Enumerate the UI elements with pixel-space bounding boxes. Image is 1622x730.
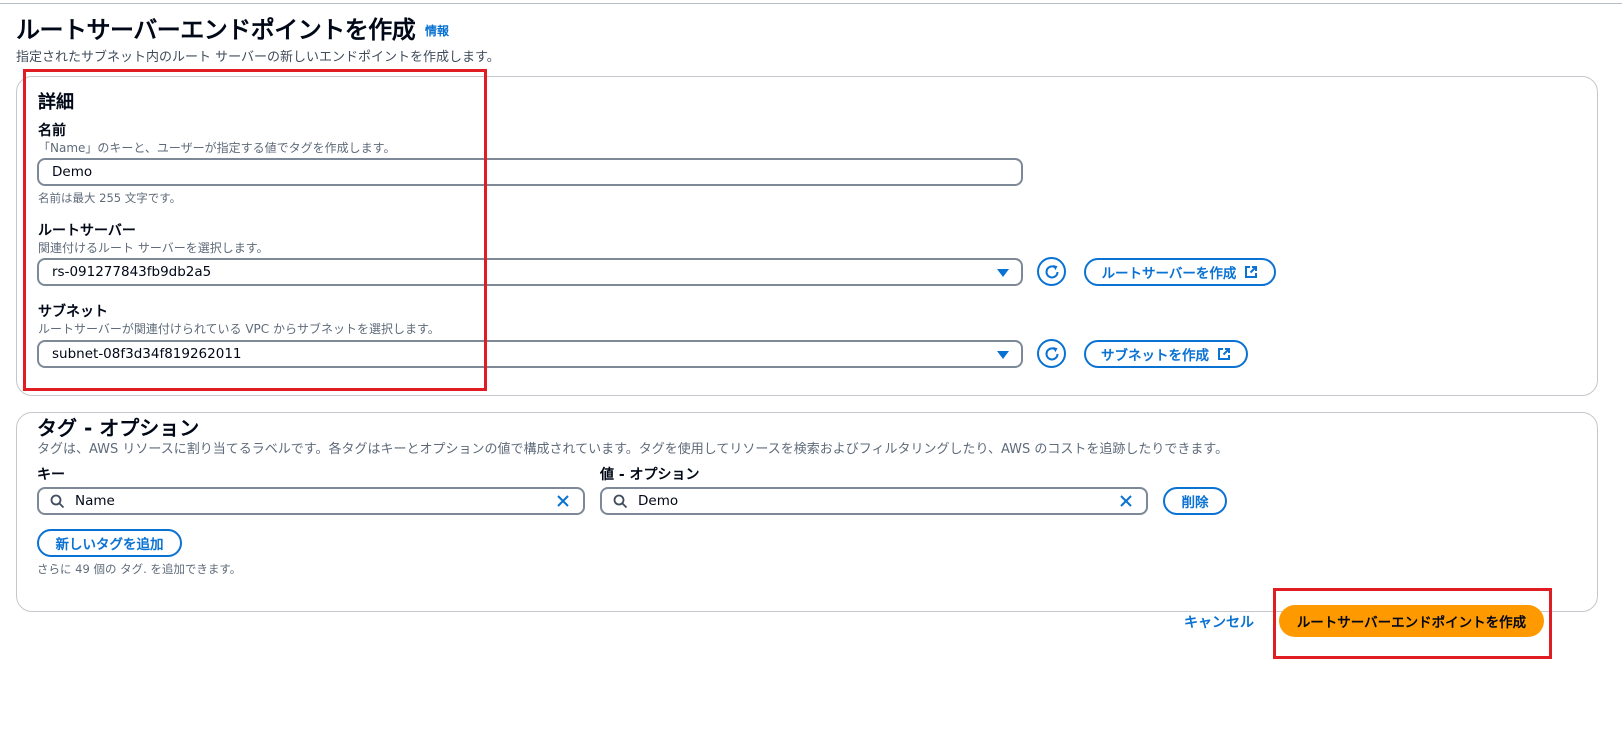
create-route-server-button[interactable]: ルートサーバーを作成: [1084, 258, 1276, 286]
caret-down-icon: [997, 351, 1009, 359]
name-description: 「Name」のキーと、ユーザーが指定する値でタグを作成します。: [38, 141, 396, 155]
create-endpoint-label: ルートサーバーエンドポイントを作成: [1296, 615, 1527, 631]
route-server-label: ルートサーバー: [38, 223, 136, 239]
info-link[interactable]: 情報: [425, 22, 449, 39]
remove-tag-button[interactable]: 削除: [1163, 487, 1227, 515]
search-icon: [613, 494, 628, 509]
top-divider: [0, 3, 1622, 4]
external-link-icon: [1218, 348, 1230, 360]
subnet-label: サブネット: [38, 304, 108, 320]
add-tag-label: 新しいタグを追加: [55, 537, 164, 553]
page-title: ルートサーバーエンドポイントを作成: [16, 16, 416, 44]
name-label: 名前: [38, 123, 66, 139]
tag-key-label: キー: [37, 467, 65, 483]
search-icon: [50, 494, 65, 509]
create-subnet-label: サブネットを作成: [1101, 348, 1209, 364]
name-constraint: 名前は最大 255 文字です。: [38, 191, 182, 205]
tag-key-input[interactable]: Name: [37, 487, 585, 515]
tag-key-value: Name: [75, 493, 115, 509]
route-server-description: 関連付けるルート サーバーを選択します。: [38, 241, 269, 255]
create-route-server-label: ルートサーバーを作成: [1101, 266, 1237, 282]
subnet-refresh-button[interactable]: [1037, 339, 1066, 368]
route-server-select[interactable]: rs-091277843fb9db2a5: [37, 258, 1023, 286]
name-input-value: Demo: [52, 164, 93, 180]
tags-remaining-text: さらに 49 個の タグ. を追加できます。: [37, 562, 242, 576]
route-server-refresh-button[interactable]: [1037, 257, 1066, 286]
close-icon[interactable]: [1118, 493, 1134, 509]
cancel-button[interactable]: キャンセル: [1184, 612, 1254, 632]
name-input[interactable]: Demo: [37, 158, 1023, 186]
route-server-select-value: rs-091277843fb9db2a5: [52, 264, 212, 280]
tag-value-label: 値 - オプション: [600, 467, 700, 483]
subnet-select[interactable]: subnet-08f3d34f819262011: [37, 340, 1023, 368]
page-description: 指定されたサブネット内のルート サーバーの新しいエンドポイントを作成します。: [16, 50, 500, 65]
tag-value-value: Demo: [638, 493, 679, 509]
remove-tag-label: 削除: [1181, 495, 1209, 511]
subnet-description: ルートサーバーが関連付けられている VPC からサブネットを選択します。: [38, 322, 440, 336]
create-subnet-button[interactable]: サブネットを作成: [1084, 340, 1248, 368]
external-link-icon: [1245, 266, 1258, 278]
add-tag-button[interactable]: 新しいタグを追加: [37, 529, 182, 557]
create-endpoint-button[interactable]: ルートサーバーエンドポイントを作成: [1279, 605, 1544, 637]
tags-heading: タグ - オプション: [37, 416, 200, 440]
tags-description: タグは、AWS リソースに割り当てるラベルです。各タグはキーとオプションの値で構…: [37, 442, 1229, 457]
close-icon[interactable]: [555, 493, 571, 509]
caret-down-icon: [997, 269, 1009, 277]
subnet-select-value: subnet-08f3d34f819262011: [52, 346, 242, 362]
tag-value-input[interactable]: Demo: [600, 487, 1148, 515]
refresh-icon: [1045, 264, 1058, 278]
details-heading: 詳細: [38, 92, 74, 113]
refresh-icon: [1045, 346, 1058, 360]
